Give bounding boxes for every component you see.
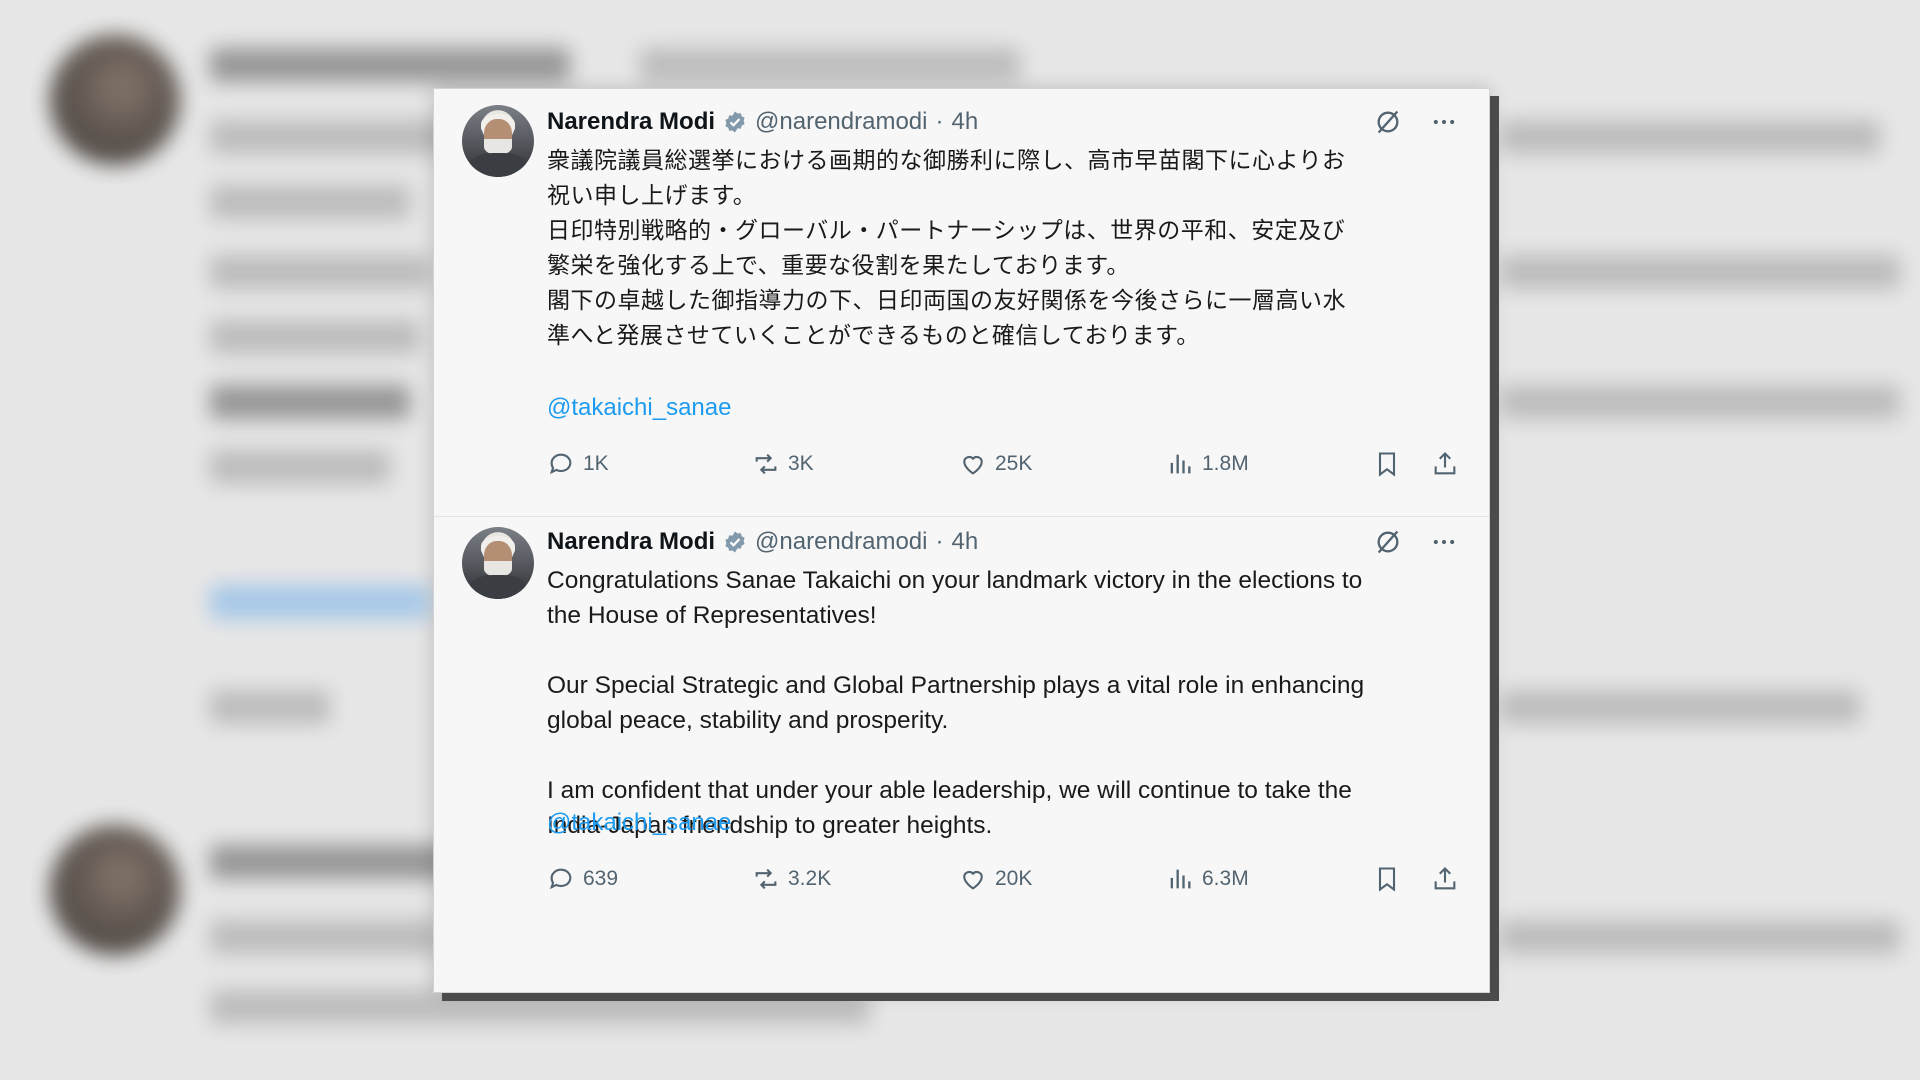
- bookmark-icon[interactable]: [1373, 865, 1401, 893]
- repost-count: 3K: [788, 452, 814, 475]
- heart-icon: [963, 870, 983, 890]
- views-count: 1.8M: [1202, 452, 1249, 475]
- mention-link[interactable]: @takaichi_sanae: [547, 394, 731, 422]
- background-text-line: [210, 845, 450, 879]
- tweet-screenshot-card: Narendra Modi @narendramodi · 4h 衆議院議員総選…: [433, 88, 1490, 993]
- background-text-line: [210, 48, 570, 82]
- avatar-body: [470, 575, 526, 599]
- grok-icon[interactable]: [1373, 527, 1403, 557]
- background-text-line: [210, 385, 410, 419]
- post-time[interactable]: 4h: [951, 528, 978, 556]
- grok-icon[interactable]: [1373, 107, 1403, 137]
- post-actions: 1K 3K 25K 1.8M: [547, 447, 1459, 481]
- reply-button[interactable]: 639: [547, 865, 752, 893]
- like-button[interactable]: 25K: [959, 450, 1166, 478]
- like-button[interactable]: 20K: [959, 865, 1166, 893]
- avatar[interactable]: [462, 527, 534, 599]
- background-text-line: [210, 690, 330, 724]
- background-text-line: [1500, 255, 1900, 289]
- mention-link[interactable]: @takaichi_sanae: [547, 809, 731, 837]
- views-count: 6.3M: [1202, 867, 1249, 890]
- post-text: Congratulations Sanae Takaichi on your l…: [547, 567, 1365, 839]
- background-avatar: [50, 35, 180, 165]
- background-text-line: [1500, 690, 1860, 724]
- background-text-line: [210, 185, 410, 219]
- verified-badge-icon: [723, 530, 747, 554]
- background-text-line: [210, 450, 390, 484]
- background-text-line: [1500, 920, 1900, 954]
- reply-icon: [549, 453, 572, 475]
- views-icon: [1170, 454, 1191, 474]
- views-icon: [1170, 869, 1191, 889]
- more-options-icon[interactable]: [1429, 107, 1459, 137]
- post-header: Narendra Modi @narendramodi · 4h: [547, 107, 1459, 137]
- post-text: 衆議院議員総選挙における画期的な御勝利に際し、高市早苗閣下に心よりお 祝い申し上…: [547, 148, 1346, 349]
- background-link-line: [210, 585, 430, 619]
- like-count: 25K: [995, 452, 1033, 475]
- background-avatar: [50, 825, 180, 955]
- repost-icon: [755, 453, 777, 475]
- avatar-body: [470, 153, 526, 177]
- post-header: Narendra Modi @narendramodi · 4h: [547, 527, 1459, 557]
- verified-badge-icon: [723, 110, 747, 134]
- post-time[interactable]: 4h: [951, 108, 978, 136]
- post-english[interactable]: Narendra Modi @narendramodi · 4h Congrat…: [434, 517, 1489, 994]
- background-text-line: [210, 990, 870, 1024]
- separator-dot: ·: [935, 528, 944, 555]
- reply-icon: [549, 868, 572, 890]
- background-text-line: [1500, 120, 1880, 154]
- background-text-line: [210, 320, 420, 354]
- background-text-line: [640, 48, 1020, 82]
- repost-button[interactable]: 3K: [752, 450, 959, 478]
- repost-icon: [755, 868, 777, 890]
- separator-dot: ·: [935, 108, 944, 135]
- views-button[interactable]: 1.8M: [1166, 450, 1366, 478]
- like-count: 20K: [995, 867, 1033, 890]
- reply-button[interactable]: 1K: [547, 450, 752, 478]
- post-actions: 639 3.2K 20K 6.3M: [547, 862, 1459, 896]
- author-name[interactable]: Narendra Modi: [547, 528, 715, 556]
- author-name[interactable]: Narendra Modi: [547, 108, 715, 136]
- reply-count: 1K: [583, 452, 609, 475]
- repost-button[interactable]: 3.2K: [752, 865, 959, 893]
- author-handle[interactable]: @narendramodi: [755, 108, 927, 136]
- share-icon[interactable]: [1431, 450, 1459, 478]
- more-options-icon[interactable]: [1429, 527, 1459, 557]
- share-icon[interactable]: [1431, 865, 1459, 893]
- avatar[interactable]: [462, 105, 534, 177]
- background-text-line: [210, 120, 450, 154]
- repost-count: 3.2K: [788, 867, 832, 890]
- views-button[interactable]: 6.3M: [1166, 865, 1366, 893]
- background-text-line: [1500, 385, 1900, 419]
- post-japanese[interactable]: Narendra Modi @narendramodi · 4h 衆議院議員総選…: [434, 89, 1489, 517]
- bookmark-icon[interactable]: [1373, 450, 1401, 478]
- heart-icon: [963, 455, 983, 475]
- background-text-line: [210, 920, 440, 954]
- reply-count: 639: [583, 867, 619, 890]
- author-handle[interactable]: @narendramodi: [755, 528, 927, 556]
- background-text-line: [210, 255, 430, 289]
